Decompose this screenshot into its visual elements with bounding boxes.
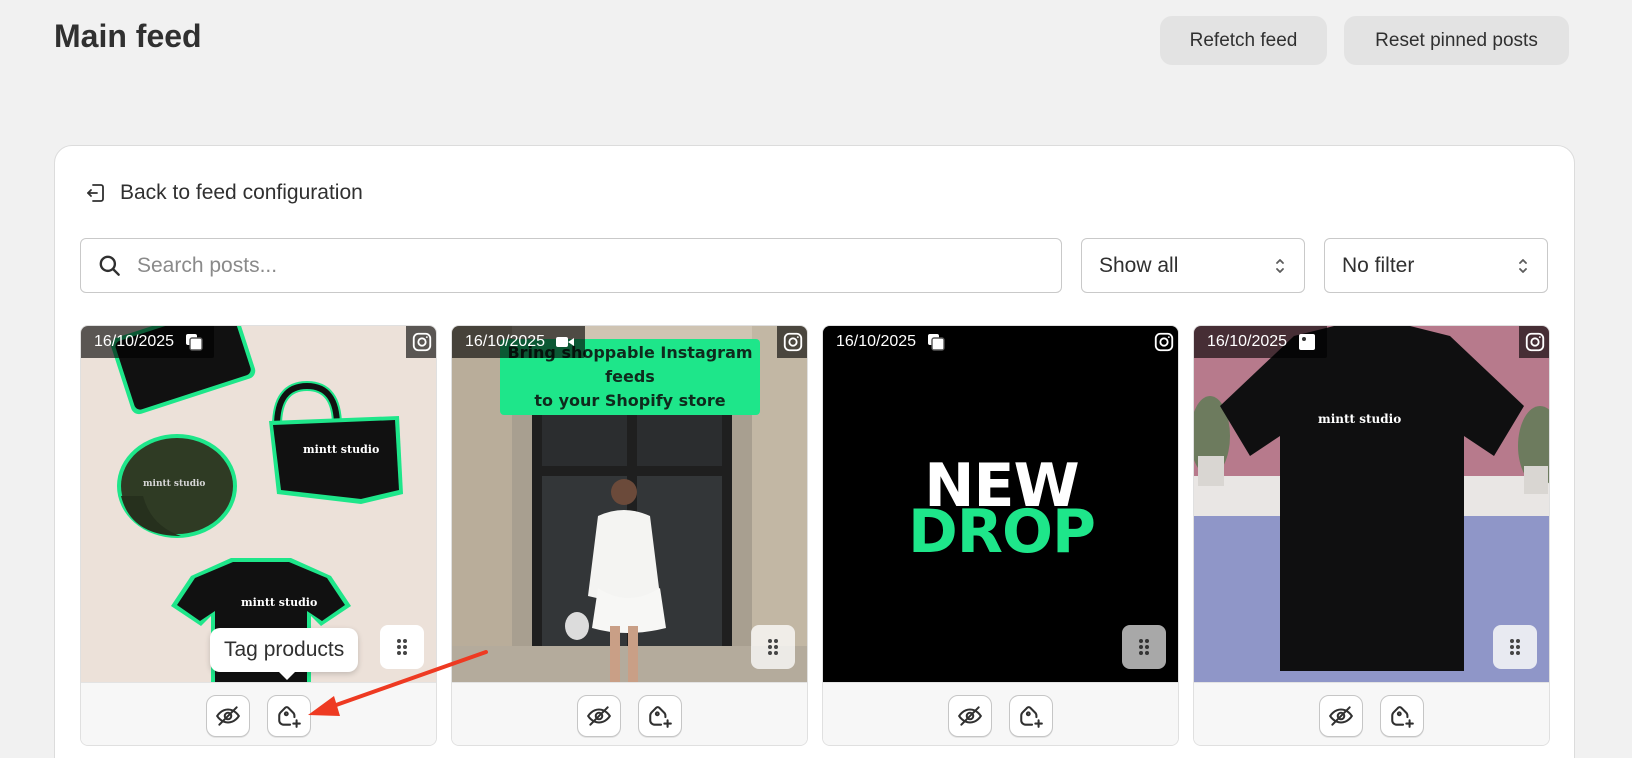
post-date: 16/10/2025 [836, 333, 917, 350]
hide-post-button[interactable] [206, 695, 250, 737]
post-date: 16/10/2025 [94, 333, 175, 350]
select-chevrons-icon [1276, 258, 1284, 273]
page-title: Main feed [54, 18, 202, 54]
select-chevrons-icon [1519, 258, 1527, 273]
refetch-feed-button[interactable]: Refetch feed [1160, 16, 1327, 65]
instagram-badge [1148, 326, 1178, 358]
instagram-icon [412, 332, 432, 352]
video-icon [556, 337, 575, 347]
post-date-badge: 16/10/2025 [1194, 326, 1328, 358]
tag-plus-icon [1391, 706, 1414, 728]
post-footer [452, 682, 807, 745]
instagram-badge [1519, 326, 1549, 358]
reset-pinned-posts-button[interactable]: Reset pinned posts [1344, 16, 1569, 65]
tee-brand-text: mintt studio [241, 596, 318, 609]
post-card[interactable]: NEW DROP 16/10/2025 [822, 325, 1179, 746]
carousel-icon [928, 334, 945, 351]
tag-plus-icon [1020, 706, 1043, 728]
post-image[interactable]: Bring shoppable Instagram feeds to your … [452, 326, 807, 682]
drag-grip-icon [397, 639, 407, 655]
eye-off-icon [957, 706, 983, 726]
tag-products-button[interactable] [638, 695, 682, 737]
tag-plus-icon [649, 706, 672, 728]
eye-off-icon [215, 706, 241, 726]
tag-products-button[interactable] [267, 695, 311, 737]
search-input[interactable] [137, 253, 1061, 278]
drag-handle[interactable] [1493, 625, 1537, 669]
instagram-badge [406, 326, 436, 358]
instagram-icon [1525, 332, 1545, 352]
tooltip-label: Tag products [224, 638, 345, 661]
search-icon [99, 255, 120, 276]
post-date-badge: 16/10/2025 [452, 326, 586, 358]
post-footer [1194, 682, 1549, 745]
post-image[interactable]: NEW DROP 16/10/2025 [823, 326, 1178, 682]
drag-grip-icon [1139, 639, 1149, 655]
hide-post-button[interactable] [1319, 695, 1363, 737]
tag-products-tooltip: Tag products [210, 628, 359, 680]
headline-drop: DROP [908, 497, 1096, 567]
tee-brand-text: mintt studio [1318, 412, 1402, 426]
drag-handle[interactable] [1122, 625, 1166, 669]
post-footer [81, 682, 436, 745]
drag-handle[interactable] [751, 625, 795, 669]
drag-grip-icon [1510, 639, 1520, 655]
hide-post-button[interactable] [577, 695, 621, 737]
post-card[interactable]: Bring shoppable Instagram feeds to your … [451, 325, 808, 746]
show-select[interactable]: Show all [1081, 238, 1305, 293]
eye-off-icon [1328, 706, 1354, 726]
drag-grip-icon [768, 639, 778, 655]
tag-products-button[interactable] [1009, 695, 1053, 737]
search-field[interactable] [80, 238, 1062, 293]
post-card[interactable]: mintt studio 16/10/2025 [1193, 325, 1550, 746]
filter-select-value: No filter [1342, 253, 1415, 277]
post-date: 16/10/2025 [1207, 333, 1288, 350]
hide-post-button[interactable] [948, 695, 992, 737]
filter-select[interactable]: No filter [1324, 238, 1548, 293]
cap-brand-text: mintt studio [143, 479, 206, 489]
tote-brand-text: mintt studio [303, 443, 380, 456]
carousel-icon [186, 334, 203, 351]
tag-products-button[interactable] [1380, 695, 1424, 737]
post-footer [823, 682, 1178, 745]
drag-handle[interactable] [380, 625, 424, 669]
promo-overlay-line2: to your Shopify store [534, 391, 726, 410]
show-select-value: Show all [1099, 253, 1179, 277]
back-link-label: Back to feed configuration [120, 181, 363, 204]
back-to-feed-configuration-link[interactable]: Back to feed configuration [84, 181, 363, 205]
image-icon [1299, 334, 1316, 350]
post-date: 16/10/2025 [465, 333, 546, 350]
instagram-icon [783, 332, 803, 352]
tag-plus-icon [278, 706, 301, 728]
post-date-badge: 16/10/2025 [823, 326, 957, 358]
post-card[interactable]: mintt studio mintt studio mintt studio 1… [80, 325, 437, 746]
exit-icon [87, 184, 104, 202]
post-image[interactable]: mintt studio 16/10/2025 [1194, 326, 1549, 682]
instagram-icon [1154, 332, 1174, 352]
instagram-badge [777, 326, 807, 358]
eye-off-icon [586, 706, 612, 726]
post-date-badge: 16/10/2025 [81, 326, 215, 358]
